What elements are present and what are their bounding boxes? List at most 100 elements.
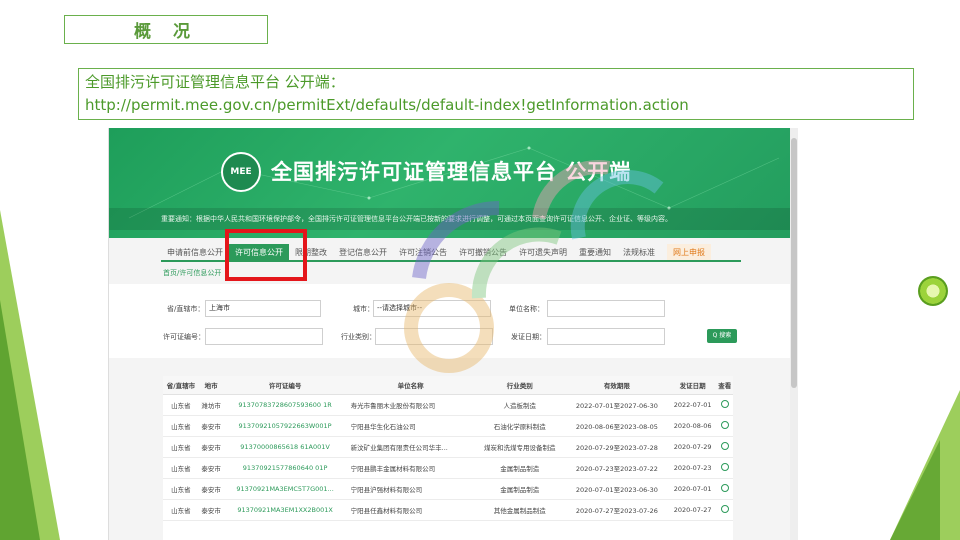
table-header-row: 省/直辖市 地市 许可证编号 单位名称 行业类别 有效期限 发证日期 查看 [163, 376, 733, 395]
info-url[interactable]: http://permit.mee.gov.cn/permitExt/defau… [85, 94, 907, 117]
view-icon[interactable] [720, 462, 729, 471]
cell-issue-date: 2020-07-29 [668, 436, 717, 458]
view-icon[interactable] [720, 504, 729, 513]
unit-name-input[interactable] [547, 300, 665, 317]
cell-city: 潍坊市 [198, 394, 224, 416]
scrollbar-thumb[interactable] [791, 138, 797, 388]
site-banner: MEE 全国排污许可证管理信息平台 公开端 重要通知：根据中华人民共和国环境保护… [109, 128, 791, 238]
cell-province: 山东省 [163, 415, 199, 437]
table-row: 山东省 泰安市 91370921MA3EMC5T7G001... 宁阳县沪强材料… [163, 478, 733, 500]
highlight-box [225, 229, 307, 281]
cell-valid-period: 2020-08-06至2023-08-05 [564, 415, 669, 437]
cell-unit-name: 宁阳县华生化石油公司 [346, 415, 475, 437]
breadcrumb[interactable]: 首页/许可信息公开 [163, 268, 221, 278]
cell-city: 泰安市 [198, 436, 224, 458]
cell-view [716, 436, 733, 458]
cell-view [716, 394, 733, 416]
cell-issue-date: 2020-07-23 [668, 457, 717, 479]
unit-name-label: 单位名称： [509, 305, 544, 313]
search-button[interactable]: Q 搜索 [707, 329, 737, 343]
cell-city: 泰安市 [198, 478, 224, 500]
cell-view [716, 478, 733, 500]
view-icon[interactable] [720, 441, 729, 450]
cell-issue-date: 2022-07-01 [668, 394, 717, 416]
issue-date-label: 发证日期： [511, 333, 546, 341]
nav-item-cancellation[interactable]: 许可注销公告 [393, 244, 453, 260]
cell-valid-period: 2020-07-01至2023-06-30 [564, 478, 669, 500]
cell-valid-period: 2022-07-01至2027-06-30 [564, 394, 669, 416]
table-row: 山东省 泰安市 91370921MA3EM1XX2B001X 宁阳县任鑫材料有限… [163, 499, 733, 521]
view-icon[interactable] [720, 483, 729, 492]
cell-industry: 煤炭和洗煤专用设备制造 [474, 436, 565, 458]
cell-view [716, 499, 733, 521]
screenshot-scrollbar[interactable] [790, 128, 798, 540]
filter-panel: 省/直辖市： 上海市 城市： --请选择城市-- 单位名称： 许可证编号： 行业… [109, 284, 791, 358]
site-title: 全国排污许可证管理信息平台 公开端 [271, 160, 632, 184]
cell-license-number[interactable]: 91370921MA3EMC5T7G001... [223, 478, 347, 500]
view-icon[interactable] [720, 420, 729, 429]
nav-item-notices[interactable]: 重要通知 [573, 244, 617, 260]
cell-license-number[interactable]: 91370921057922663W001P [223, 415, 347, 437]
slide-title: 概 况 [64, 15, 268, 44]
issue-date-input[interactable] [547, 328, 665, 345]
cell-unit-name: 新汶矿业集团有限责任公司华丰... [346, 436, 475, 458]
nav-item-registration[interactable]: 登记信息公开 [333, 244, 393, 260]
cell-license-number[interactable]: 91370921MA3EM1XX2B001X [223, 499, 347, 521]
cell-license-number[interactable]: 91370783728607593600 1R [223, 394, 347, 416]
col-view: 查看 [716, 376, 733, 395]
cell-province: 山东省 [163, 457, 199, 479]
cell-valid-period: 2020-07-29至2023-07-28 [564, 436, 669, 458]
industry-input[interactable] [375, 328, 493, 345]
cell-unit-name: 宁阳县沪强材料有限公司 [346, 478, 475, 500]
license-table: 省/直辖市 地市 许可证编号 单位名称 行业类别 有效期限 发证日期 查看 山东… [163, 376, 733, 540]
license-number-input[interactable] [205, 328, 323, 345]
city-label: 城市： [353, 305, 374, 313]
col-province: 省/直辖市 [163, 376, 199, 395]
cell-city: 泰安市 [198, 499, 224, 521]
info-box: 全国排污许可证管理信息平台 公开端： http://permit.mee.gov… [78, 68, 914, 120]
slide: 概 况 全国排污许可证管理信息平台 公开端： http://permit.mee… [0, 0, 960, 540]
license-number-label: 许可证编号： [163, 333, 205, 341]
col-unit-name: 单位名称 [346, 376, 475, 395]
cell-valid-period: 2020-07-27至2023-07-26 [564, 499, 669, 521]
cell-license-number[interactable]: 91370000865618 61A001V [223, 436, 347, 458]
cell-valid-period: 2020-07-23至2023-07-22 [564, 457, 669, 479]
nav-item-regulations[interactable]: 法规标准 [617, 244, 661, 260]
col-issue-date: 发证日期 [668, 376, 717, 395]
cell-industry: 人造板制造 [474, 394, 565, 416]
info-platform-name: 全国排污许可证管理信息平台 公开端： [85, 73, 345, 91]
nav-item-lost-statement[interactable]: 许可遗失声明 [513, 244, 573, 260]
col-valid-period: 有效期限 [564, 376, 669, 395]
province-label: 省/直辖市： [167, 305, 205, 313]
cell-province: 山东省 [163, 394, 199, 416]
cell-city: 泰安市 [198, 415, 224, 437]
cell-industry: 金属制品制造 [474, 478, 565, 500]
mee-logo-icon: MEE [221, 152, 261, 192]
website-screenshot: MEE 全国排污许可证管理信息平台 公开端 重要通知：根据中华人民共和国环境保护… [108, 128, 798, 540]
nav-item-revocation[interactable]: 许可撤销公告 [453, 244, 513, 260]
cell-province: 山东省 [163, 499, 199, 521]
cell-unit-name: 寿光市鲁丽木业股份有限公司 [346, 394, 475, 416]
cell-issue-date: 2020-07-27 [668, 499, 717, 521]
cell-industry: 其他金属制品制造 [474, 499, 565, 521]
notice-bar: 重要通知：根据中华人民共和国环境保护部令，全国排污许可证管理信息平台公开端已按新… [109, 208, 791, 230]
city-select[interactable]: --请选择城市-- [373, 300, 491, 317]
cell-unit-name: 宁阳县鹏丰金属材料有限公司 [346, 457, 475, 479]
cell-view [716, 415, 733, 437]
nav-item-pre-application[interactable]: 申请前信息公开 [161, 244, 229, 260]
col-city: 地市 [198, 376, 224, 395]
cell-issue-date: 2020-07-01 [668, 478, 717, 500]
cell-city: 泰安市 [198, 457, 224, 479]
cell-province: 山东省 [163, 436, 199, 458]
cell-license-number[interactable]: 91370921577860640 01P [223, 457, 347, 479]
table-row: 山东省 泰安市 91370921577860640 01P 宁阳县鹏丰金属材料有… [163, 457, 733, 479]
view-icon[interactable] [720, 399, 729, 408]
cell-view [716, 457, 733, 479]
province-select[interactable]: 上海市 [205, 300, 321, 317]
cell-province: 山东省 [163, 478, 199, 500]
table-row: 山东省 泰安市 91370921057922663W001P 宁阳县华生化石油公… [163, 415, 733, 437]
leaf-decoration-right-2 [890, 440, 940, 540]
table-row: 山东省 泰安市 91370000865618 61A001V 新汶矿业集团有限责… [163, 436, 733, 458]
nav-item-online-apply[interactable]: 网上申报 [667, 244, 711, 260]
cell-unit-name: 宁阳县任鑫材料有限公司 [346, 499, 475, 521]
